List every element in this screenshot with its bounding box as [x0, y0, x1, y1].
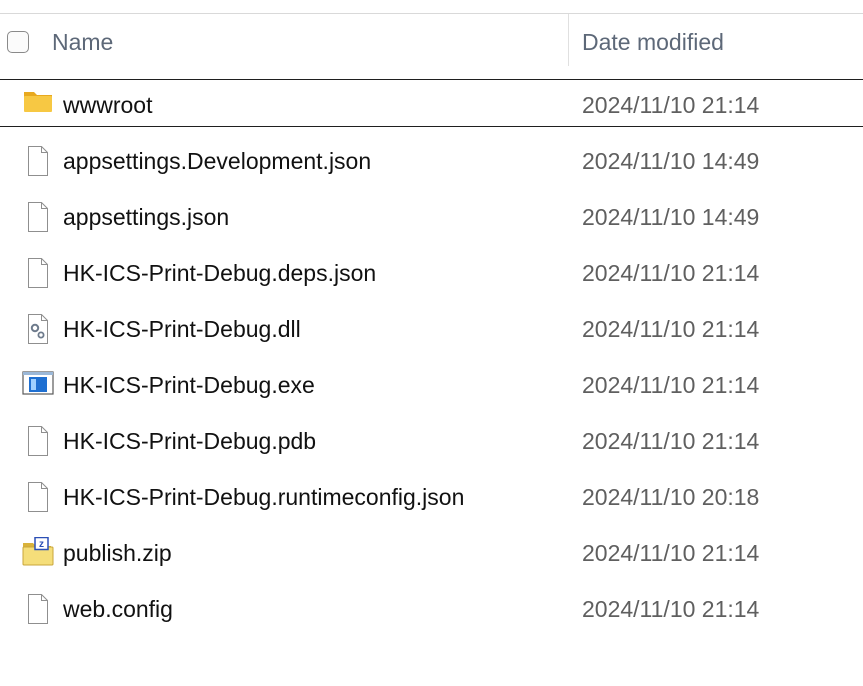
file-name[interactable]: HK-ICS-Print-Debug.deps.json [63, 258, 376, 288]
file-name[interactable]: HK-ICS-Print-Debug.pdb [63, 426, 316, 456]
file-date-modified: 2024/11/10 21:14 [582, 372, 760, 398]
file-date-modified: 2024/11/10 14:49 [582, 204, 760, 230]
file-date-modified: 2024/11/10 21:14 [582, 260, 760, 286]
file-date-modified: 2024/11/10 21:14 [582, 540, 760, 566]
file-date-modified: 2024/11/10 21:14 [582, 428, 760, 454]
file-name[interactable]: web.config [63, 594, 173, 624]
file-icon [21, 145, 55, 177]
file-row[interactable]: appsettings.json 2024/11/10 14:49 [0, 189, 863, 245]
file-name[interactable]: appsettings.json [63, 202, 229, 232]
file-name[interactable]: appsettings.Development.json [63, 146, 371, 176]
file-name[interactable]: wwwroot [63, 90, 152, 120]
file-date-modified: 2024/11/10 21:14 [582, 316, 760, 342]
file-row[interactable]: HK-ICS-Print-Debug.runtimeconfig.json 202… [0, 469, 863, 525]
select-all-checkbox[interactable] [7, 31, 29, 53]
file-date-modified: 2024/11/10 20:18 [582, 484, 760, 510]
column-divider[interactable] [568, 14, 569, 66]
svg-text:z: z [39, 539, 44, 550]
file-date-modified: 2024/11/10 14:49 [582, 148, 760, 174]
file-row[interactable]: appsettings.Development.json 2024/11/10 1… [0, 133, 863, 189]
file-row[interactable]: HK-ICS-Print-Debug.pdb 2024/11/10 21:14 [0, 413, 863, 469]
file-icon [21, 425, 55, 457]
file-row[interactable]: HK-ICS-Print-Debug.dll 2024/11/10 21:14 [0, 301, 863, 357]
column-header-date-modified[interactable]: Date modified [582, 28, 724, 56]
file-row[interactable]: HK-ICS-Print-Debug.exe 2024/11/10 21:14 [0, 357, 863, 413]
zip-icon: z [21, 536, 55, 569]
column-header-name[interactable]: Name [52, 28, 113, 56]
column-header: Name Date modified [0, 14, 863, 79]
file-name[interactable]: HK-ICS-Print-Debug.runtimeconfig.json [63, 482, 464, 512]
file-name[interactable]: publish.zip [63, 538, 172, 568]
file-name[interactable]: HK-ICS-Print-Debug.dll [63, 314, 301, 344]
file-date-modified: 2024/11/10 21:14 [582, 596, 760, 622]
file-row[interactable]: HK-ICS-Print-Debug.deps.json 2024/11/10 2… [0, 245, 863, 301]
dll-icon [21, 313, 55, 345]
file-row[interactable]: wwwroot 2024/11/10 21:14 [0, 77, 863, 127]
file-row[interactable]: z publish.zip 2024/11/10 21:14 [0, 525, 863, 581]
file-row[interactable]: web.config 2024/11/10 21:14 [0, 581, 863, 637]
file-date-modified: 2024/11/10 21:14 [582, 92, 760, 118]
file-icon [21, 201, 55, 233]
file-icon [21, 481, 55, 513]
file-name[interactable]: HK-ICS-Print-Debug.exe [63, 370, 315, 400]
file-icon [21, 257, 55, 289]
exe-icon [21, 369, 55, 401]
file-icon [21, 593, 55, 625]
file-list-view: Name Date modified wwwroot 2024/11/10 21:… [0, 0, 863, 686]
folder-icon [21, 86, 55, 118]
